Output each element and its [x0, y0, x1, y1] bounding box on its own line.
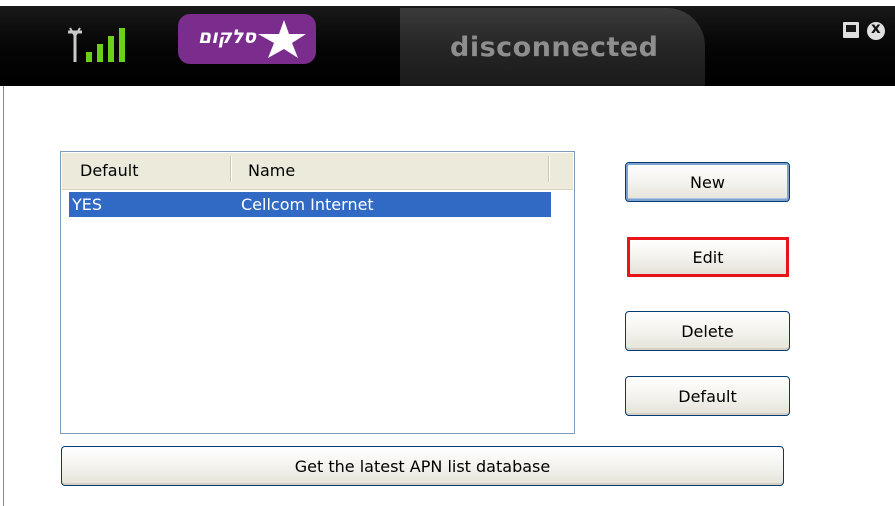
minimize-icon[interactable] — [843, 22, 859, 38]
apn-list-header: Default Name — [62, 153, 573, 190]
top-edge — [0, 0, 895, 6]
close-icon[interactable]: x — [867, 22, 887, 40]
signal-antenna-icon — [68, 27, 125, 62]
brand-star-icon — [258, 20, 306, 58]
column-header-default[interactable]: Default — [80, 161, 138, 180]
brand-logo-text: סלקום — [198, 26, 257, 48]
delete-button[interactable]: Delete — [625, 311, 790, 351]
new-button[interactable]: New — [625, 162, 790, 202]
cell-default: YES — [72, 195, 103, 214]
connection-status: disconnected — [450, 32, 659, 63]
apn-list[interactable]: Default Name YES Cellcom Internet — [60, 151, 575, 434]
column-divider[interactable] — [548, 156, 549, 182]
column-header-name[interactable]: Name — [248, 161, 295, 180]
cell-name: Cellcom Internet — [241, 195, 374, 214]
title-bar: סלקום disconnected x — [0, 0, 895, 86]
set-default-button[interactable]: Default — [625, 376, 790, 416]
get-apn-list-button[interactable]: Get the latest APN list database — [61, 446, 784, 486]
column-divider[interactable] — [230, 156, 231, 182]
table-row[interactable]: YES Cellcom Internet — [69, 192, 551, 217]
edit-button[interactable]: Edit — [627, 237, 789, 277]
brand-logo: סלקום — [178, 14, 316, 64]
